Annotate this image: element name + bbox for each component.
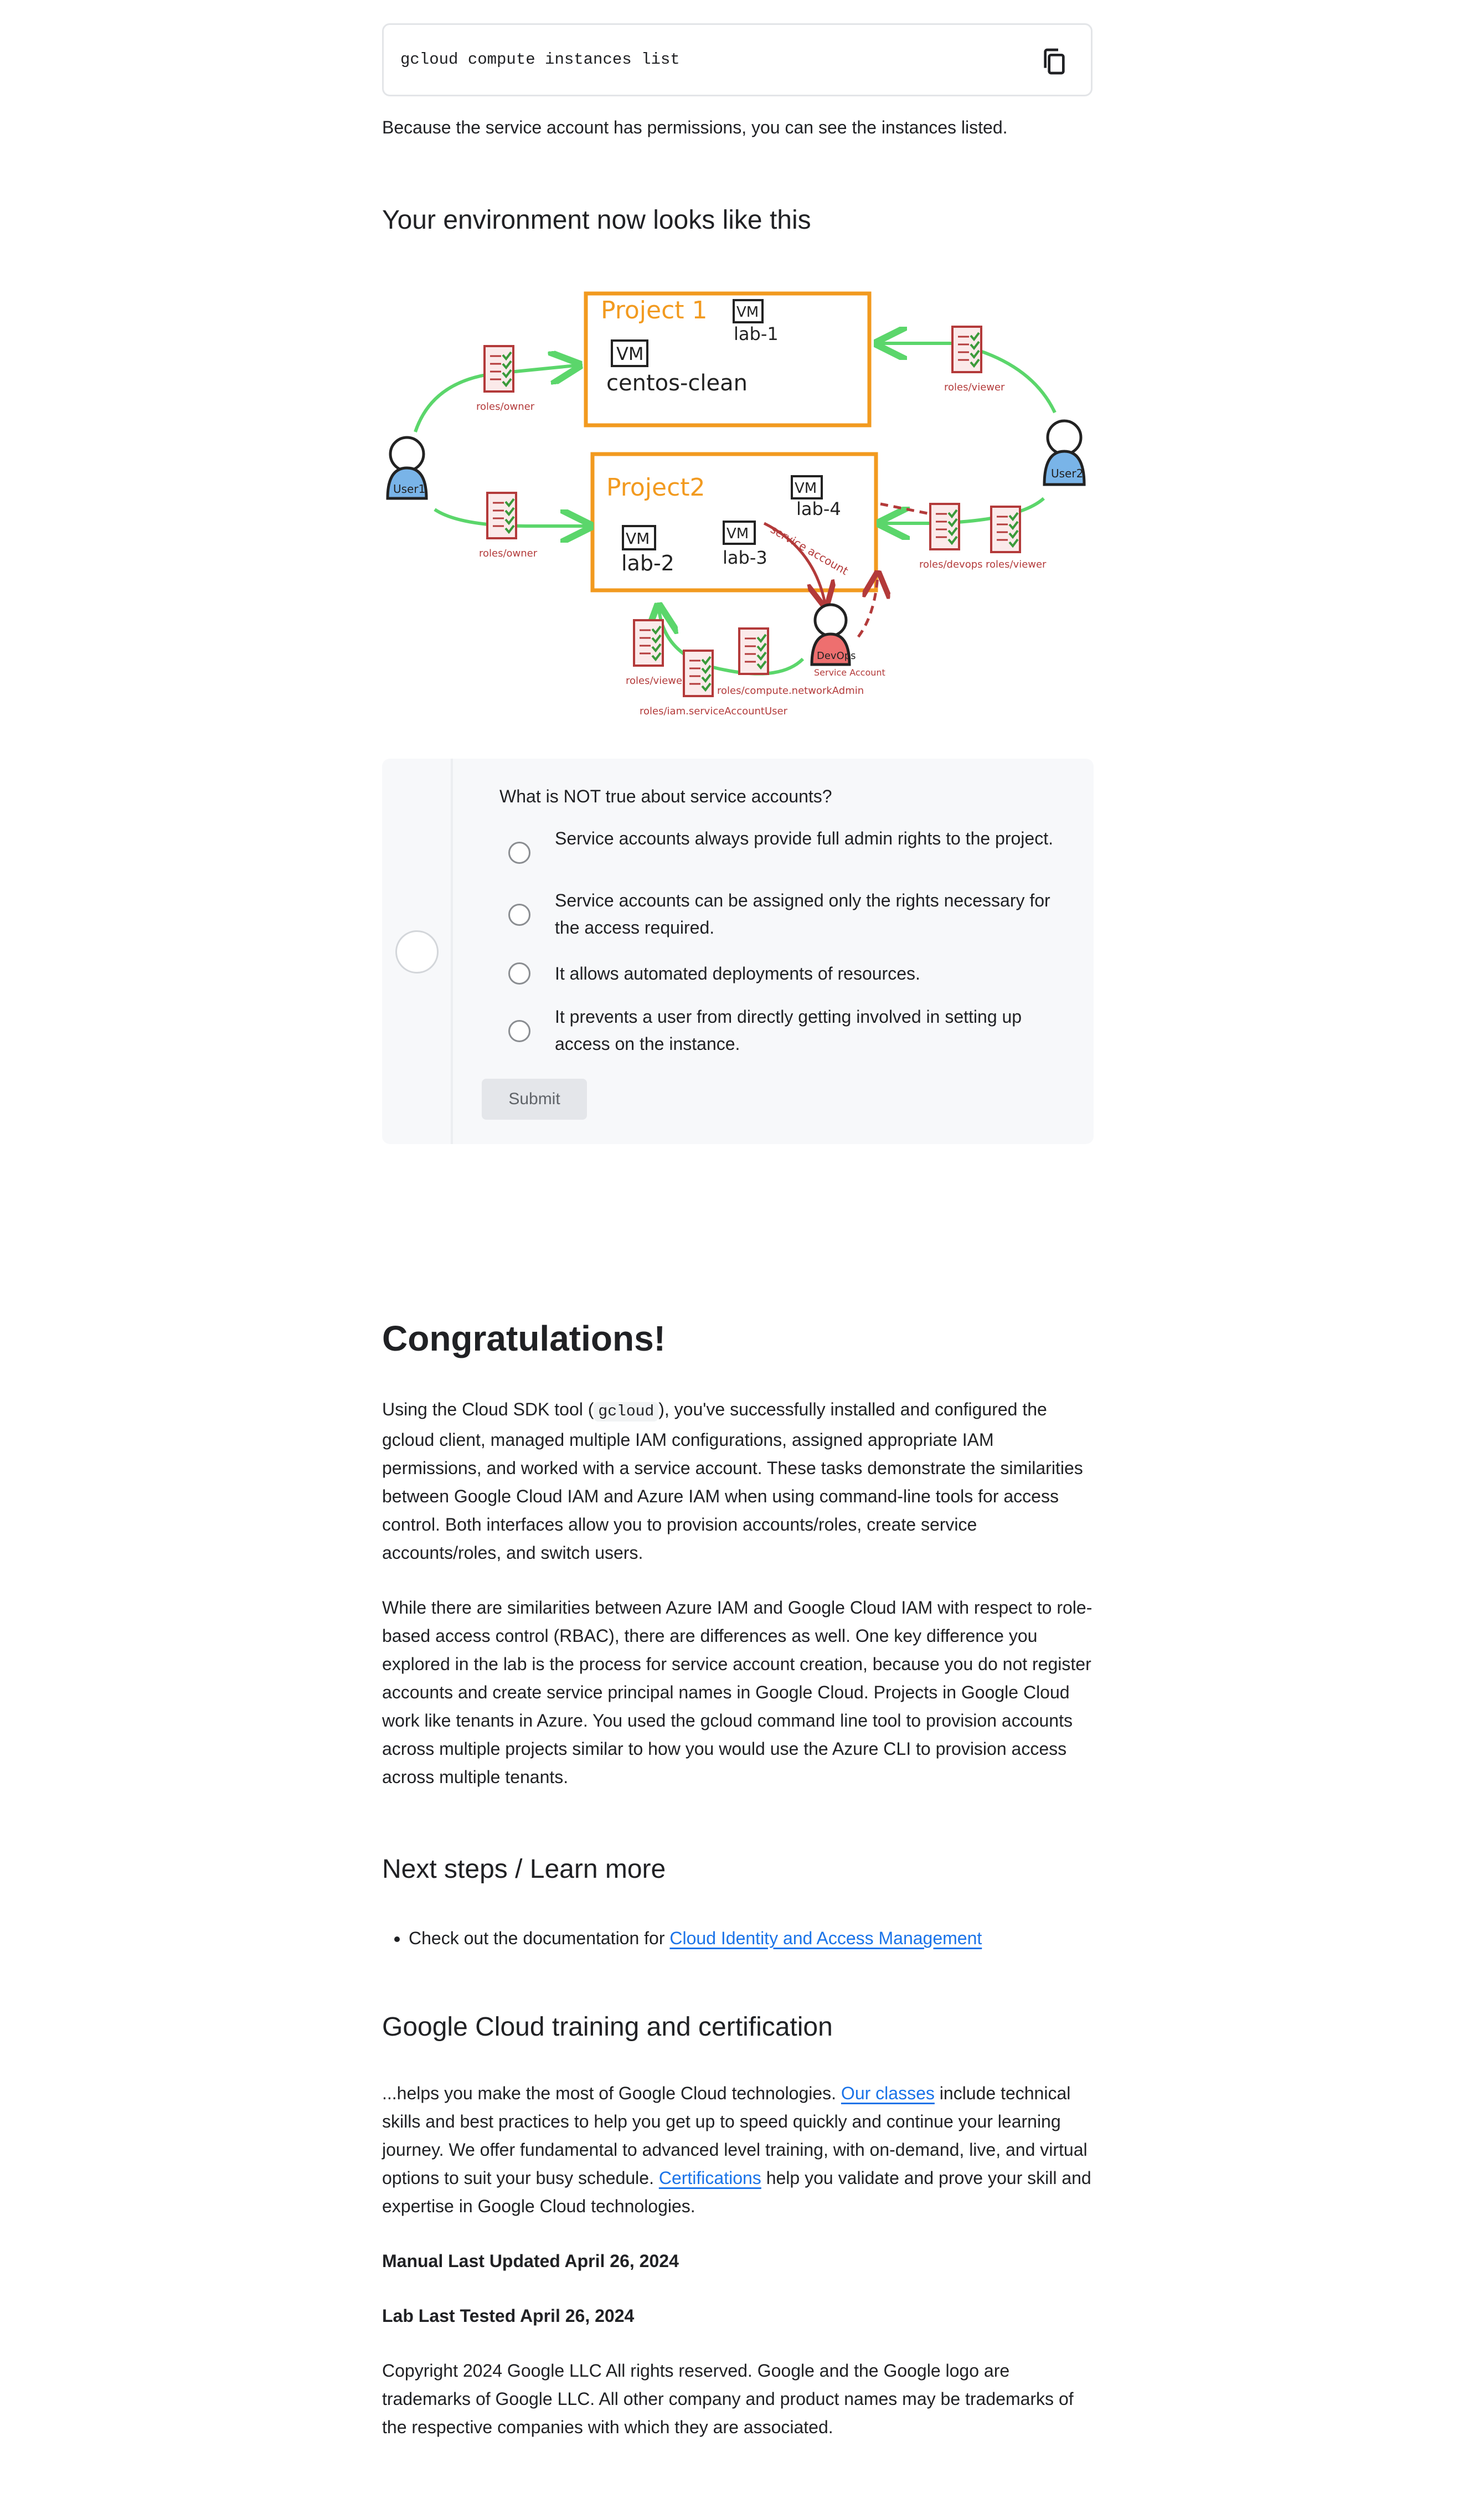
- devops-icon: DevOps Service Account: [810, 603, 885, 678]
- svg-text:roles/devops: roles/devops: [919, 559, 983, 570]
- svg-text:roles/viewer: roles/viewer: [944, 382, 1005, 393]
- vm-label: VM: [616, 343, 644, 364]
- next-steps-list: Check out the documentation for Cloud Id…: [382, 1924, 1120, 1952]
- our-classes-link[interactable]: Our classes: [841, 2083, 935, 2103]
- lab1-label: lab-1: [734, 323, 779, 344]
- radio-button[interactable]: [508, 904, 530, 926]
- svg-text:roles/viewer: roles/viewer: [626, 675, 687, 687]
- svg-text:User2: User2: [1051, 467, 1083, 480]
- lab3-label: lab-3: [723, 547, 767, 568]
- lab2-label: lab-2: [621, 551, 674, 575]
- svg-text:VM: VM: [736, 304, 759, 321]
- user1-icon: User1: [386, 436, 428, 500]
- svg-text:VM: VM: [626, 529, 650, 548]
- lab4-label: lab-4: [796, 498, 841, 519]
- radio-button[interactable]: [508, 962, 530, 985]
- role-compute-admin-clipboard: [738, 627, 769, 675]
- quiz-status-indicator: [395, 930, 439, 973]
- quiz-question: What is NOT true about service accounts?: [499, 786, 832, 806]
- quiz-option-4[interactable]: It prevents a user from directly getting…: [508, 1003, 1062, 1058]
- congrats-paragraph-2: While there are similarities between Azu…: [382, 1598, 1093, 1787]
- centos-label: centos-clean: [606, 370, 748, 396]
- role-sa-user-clipboard: [683, 650, 714, 697]
- option-label: Service accounts always provide full adm…: [555, 828, 1053, 848]
- certifications-link[interactable]: Certifications: [659, 2168, 761, 2188]
- congrats-heading: Congratulations!: [382, 1318, 666, 1358]
- role-owner-clipboard-1: [483, 345, 514, 393]
- list-item: Check out the documentation for Cloud Id…: [409, 1924, 1120, 1952]
- radio-button[interactable]: [508, 1020, 530, 1042]
- svg-text:roles/owner: roles/owner: [479, 548, 538, 559]
- training-heading: Google Cloud training and certification: [382, 2012, 833, 2042]
- project2-label: Project2: [606, 473, 705, 502]
- role-viewer-clipboard-1: [951, 326, 982, 373]
- copy-icon[interactable]: [1039, 46, 1070, 77]
- code-block: gcloud compute instances list: [382, 23, 1093, 96]
- option-label: It allows automated deployments of resou…: [555, 964, 920, 983]
- manual-updated: Manual Last Updated April 26, 2024: [382, 2251, 679, 2271]
- role-owner-clipboard-2: [486, 492, 517, 539]
- role-devops-clipboard: [929, 503, 960, 550]
- quiz-option-1[interactable]: Service accounts always provide full adm…: [508, 825, 1062, 879]
- env-heading: Your environment now looks like this: [382, 205, 811, 235]
- lab-tested: Lab Last Tested April 26, 2024: [382, 2306, 635, 2326]
- code-command: gcloud compute instances list: [400, 50, 680, 69]
- submit-button[interactable]: Submit: [482, 1079, 587, 1120]
- svg-text:Service Account: Service Account: [814, 667, 885, 678]
- svg-text:roles/owner: roles/owner: [476, 401, 535, 413]
- option-label: Service accounts can be assigned only th…: [555, 890, 1050, 938]
- quiz-card: What is NOT true about service accounts?…: [382, 759, 1094, 1144]
- svg-text:roles/viewer: roles/viewer: [986, 559, 1047, 570]
- user2-icon: User2: [1043, 419, 1086, 486]
- iam-docs-link[interactable]: Cloud Identity and Access Management: [669, 1928, 982, 1948]
- svg-text:DevOps: DevOps: [817, 650, 856, 662]
- congrats-paragraph-1: Using the Cloud SDK tool (gcloud), you'v…: [382, 1399, 1083, 1563]
- project1-label: Project 1: [601, 296, 708, 324]
- quiz-option-3[interactable]: It allows automated deployments of resou…: [508, 960, 1062, 988]
- service-account-arc-label: service account: [769, 523, 851, 578]
- svg-text:roles/compute.networkAdmin: roles/compute.networkAdmin: [717, 685, 864, 697]
- quiz-rail: [382, 759, 453, 1144]
- quiz-option-2[interactable]: Service accounts can be assigned only th…: [508, 887, 1062, 941]
- svg-text:VM: VM: [726, 526, 749, 542]
- training-paragraph: ...helps you make the most of Google Clo…: [382, 2083, 1091, 2216]
- radio-button[interactable]: [508, 842, 530, 864]
- role-viewer-clipboard-3: [633, 619, 664, 667]
- option-label: It prevents a user from directly getting…: [555, 1007, 1022, 1054]
- environment-diagram: Project 1 VM centos-clean VM lab-1 Proje…: [386, 291, 1086, 717]
- next-steps-heading: Next steps / Learn more: [382, 1855, 666, 1884]
- role-viewer-clipboard-2: [990, 506, 1021, 553]
- svg-text:roles/iam.serviceAccountUser: roles/iam.serviceAccountUser: [640, 705, 788, 717]
- inline-code: gcloud: [594, 1402, 659, 1421]
- svg-text:User1: User1: [393, 482, 425, 496]
- intro-text: Because the service account has permissi…: [382, 117, 1008, 137]
- copyright-text: Copyright 2024 Google LLC All rights res…: [382, 2361, 1074, 2437]
- svg-text:VM: VM: [795, 480, 817, 497]
